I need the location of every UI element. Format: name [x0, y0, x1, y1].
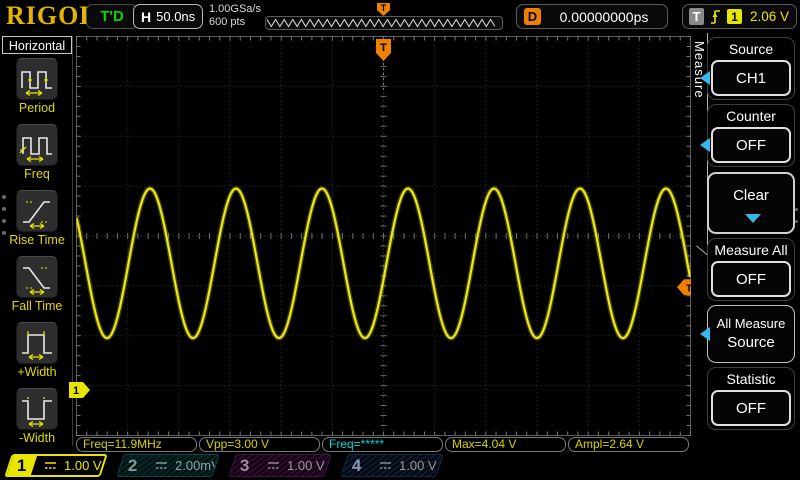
horizontal-scale-box[interactable]: H 50.0ns — [133, 4, 203, 29]
trigger-icon: T — [689, 8, 704, 25]
measure-item-fall-time[interactable]: Fall Time — [0, 256, 74, 313]
trigger-settings-box[interactable]: T 1 2.06 V — [682, 4, 797, 29]
menu-item-all-measure-source[interactable]: All Measure Source — [707, 305, 795, 363]
counter-value: OFF — [711, 127, 791, 163]
measurement-result-3[interactable]: Freq=***** — [322, 437, 443, 452]
channel-4-tab[interactable]: 4 1.00 V — [340, 454, 443, 477]
dc-coupling-icon — [267, 461, 280, 470]
acquisition-info: 1.00GSa/s 600 pts — [209, 3, 261, 29]
menu-item-label: Measure All — [708, 241, 794, 259]
measure-item-minus-width[interactable]: -Width — [0, 388, 74, 445]
plus-width-icon — [16, 322, 58, 364]
menu-tab-measure[interactable]: Measure — [691, 41, 707, 141]
measure-item-label: Freq — [0, 167, 74, 181]
left-menu-page-dot — [2, 231, 6, 235]
rising-edge-icon — [710, 8, 721, 25]
waveform-minimap[interactable] — [265, 16, 503, 30]
left-arrow-icon — [700, 138, 710, 152]
dc-coupling-icon — [44, 461, 57, 470]
trigger-source-badge: 1 — [727, 9, 742, 24]
measurement-result-1[interactable]: Freq=11.9MHz — [76, 437, 197, 452]
statistic-value: OFF — [711, 390, 791, 426]
dc-coupling-icon — [379, 461, 392, 470]
right-menu-page-dot — [795, 220, 798, 223]
menu-item-clear[interactable]: Clear — [707, 172, 795, 234]
freq-icon — [16, 124, 58, 166]
minus-width-icon — [16, 388, 58, 430]
measure-item-label: -Width — [0, 431, 74, 445]
all-measure-line1: All Measure — [708, 316, 794, 331]
measure-all-value: OFF — [711, 261, 791, 297]
left-menu-title: Horizontal — [2, 36, 72, 54]
channel-4-scale: 1.00 V — [399, 458, 437, 473]
channel-2-scale: 2.00mV — [175, 458, 220, 473]
menu-item-label: Statistic — [708, 370, 794, 388]
measurement-result-5[interactable]: Ampl=2.64 V — [568, 437, 689, 452]
measure-item-plus-width[interactable]: +Width — [0, 322, 74, 379]
dc-coupling-icon — [155, 461, 168, 470]
delay-icon: D — [524, 8, 541, 25]
measure-item-freq[interactable]: Freq — [0, 124, 74, 181]
measurement-result-4[interactable]: Max=4.04 V — [445, 437, 566, 452]
source-value: CH1 — [711, 60, 791, 96]
measure-item-label: Rise Time — [0, 233, 74, 247]
left-menu-page-dot — [2, 207, 6, 211]
right-menu-panel: Measure Source CH1 Counter OFF Clear Mea… — [691, 33, 800, 480]
trigger-level-value: 2.06 V — [750, 9, 789, 24]
rigol-logo: RIGOL — [6, 1, 98, 31]
delay-box[interactable]: D 0.00000000ps — [516, 4, 668, 29]
period-icon — [16, 58, 58, 100]
svg-text:T: T — [380, 42, 387, 54]
fall-time-icon — [16, 256, 58, 298]
delay-value: 0.00000000ps — [560, 9, 649, 25]
measure-item-label: +Width — [0, 365, 74, 379]
menu-item-counter[interactable]: Counter OFF — [707, 104, 795, 167]
channel-2-tab[interactable]: 2 2.00mV — [116, 454, 219, 477]
menu-item-statistic[interactable]: Statistic OFF — [707, 367, 795, 430]
left-arrow-icon — [700, 327, 710, 341]
trigger-status-badge: T'D — [86, 4, 138, 29]
clear-label: Clear — [709, 187, 793, 204]
graticule: T 1 T — [0, 0, 800, 480]
horizontal-label: H — [141, 9, 151, 25]
measure-item-rise-time[interactable]: Rise Time — [0, 190, 74, 247]
measure-item-period[interactable]: Period — [0, 58, 74, 115]
horizontal-scale-value: 50.0ns — [156, 9, 195, 24]
measurement-result-2[interactable]: Vpp=3.00 V — [199, 437, 320, 452]
left-arrow-icon — [700, 71, 710, 85]
sample-rate: 1.00GSa/s — [209, 3, 261, 16]
channel-3-tab[interactable]: 3 1.00 V — [228, 454, 331, 477]
oscilloscope-screen: RIGOL T'D H 50.0ns 1.00GSa/s 600 pts T D… — [0, 0, 800, 480]
channel-1-waveform-trace — [77, 189, 691, 339]
menu-item-label: Counter — [708, 107, 794, 125]
menu-item-label: Source — [708, 40, 794, 58]
left-menu-page-dot — [2, 195, 6, 199]
trigger-position-marker[interactable] — [376, 39, 391, 61]
down-arrow-icon — [745, 214, 761, 223]
channel-1-tab[interactable]: 1 1.00 V — [4, 454, 107, 477]
channel-3-scale: 1.00 V — [287, 458, 325, 473]
menu-item-source[interactable]: Source CH1 — [707, 37, 795, 100]
rise-time-icon — [16, 190, 58, 232]
minimap-waveform — [266, 17, 500, 29]
measure-item-label: Fall Time — [0, 299, 74, 313]
minimap-trigger-position-marker[interactable]: T — [377, 3, 390, 16]
right-menu-page-dot — [795, 208, 798, 211]
left-menu-page-dot — [2, 219, 6, 223]
memory-depth: 600 pts — [209, 16, 261, 29]
all-measure-line2: Source — [708, 334, 794, 351]
measure-item-label: Period — [0, 101, 74, 115]
channel-1-scale: 1.00 V — [64, 458, 102, 473]
menu-item-measure-all[interactable]: Measure All OFF — [707, 238, 795, 301]
